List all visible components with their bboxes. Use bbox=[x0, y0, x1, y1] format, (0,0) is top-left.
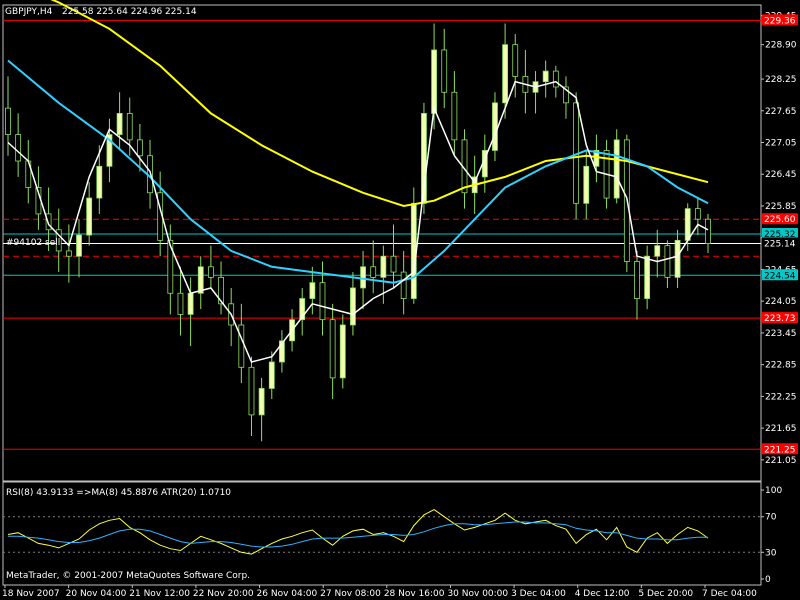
candle-body bbox=[684, 208, 691, 241]
price-tag-label: 225.60 bbox=[764, 215, 796, 225]
candle-body bbox=[258, 388, 265, 416]
candle-body bbox=[339, 324, 346, 379]
candle-body bbox=[370, 266, 377, 278]
copyright-text: MetaTrader, © 2001-2007 MetaQuotes Softw… bbox=[6, 571, 250, 581]
order-label[interactable]: #94102 sell bbox=[6, 238, 60, 248]
price-tag-label: 224.54 bbox=[764, 271, 796, 281]
x-tick-label: 30 Nov 00:00 bbox=[447, 589, 508, 599]
candle-body bbox=[309, 282, 316, 299]
rsi-tick-label: 100 bbox=[765, 486, 782, 496]
candle-body bbox=[694, 208, 701, 220]
candle-body bbox=[136, 139, 143, 157]
candle-body bbox=[45, 213, 52, 231]
candle-body bbox=[390, 255, 397, 273]
rsi-tick-label: 0 bbox=[765, 575, 771, 585]
x-tick-label: 22 Nov 20:00 bbox=[193, 589, 254, 599]
price-tag-label: 221.25 bbox=[764, 445, 796, 455]
x-tick-label: 4 Dec 12:00 bbox=[575, 589, 630, 599]
candle-body bbox=[207, 266, 214, 278]
candle-body bbox=[431, 49, 437, 114]
x-tick-label: 21 Nov 12:00 bbox=[129, 589, 190, 599]
y-tick-label: 228.25 bbox=[765, 75, 797, 85]
candle-body bbox=[319, 282, 326, 321]
candle-body bbox=[410, 202, 417, 299]
candle-body bbox=[5, 107, 11, 135]
candle-body bbox=[350, 287, 356, 326]
candle-body bbox=[268, 361, 275, 389]
candle-body bbox=[177, 292, 184, 315]
main-frame bbox=[2, 4, 762, 482]
y-tick-label: 224.05 bbox=[765, 297, 797, 307]
candle-body bbox=[583, 165, 590, 204]
candle-body bbox=[634, 261, 640, 299]
candle-body bbox=[86, 197, 93, 236]
y-tick-label: 223.45 bbox=[765, 329, 797, 339]
price-tag-label: 229.36 bbox=[764, 16, 796, 26]
candle-body bbox=[65, 250, 72, 257]
candle-body bbox=[492, 102, 498, 151]
rsi-title: RSI(8) 43.9133 =>MA(8) 45.8876 ATR(20) 1… bbox=[6, 488, 231, 498]
candle-body bbox=[329, 319, 336, 379]
y-tick-label: 221.65 bbox=[765, 424, 797, 434]
candle-body bbox=[76, 234, 82, 257]
candle-body bbox=[674, 239, 681, 278]
candle-body bbox=[512, 44, 519, 77]
rsi-tick-label: 30 bbox=[765, 548, 777, 558]
price-tag-label: 223.73 bbox=[764, 314, 796, 324]
candle-body bbox=[248, 366, 255, 416]
candle-body bbox=[380, 255, 387, 278]
chart: 229.45228.90228.25227.65227.05226.45225.… bbox=[2, 0, 798, 599]
x-tick-label: 18 Nov 2007 bbox=[2, 589, 60, 599]
y-tick-label: 227.65 bbox=[765, 107, 797, 117]
ohlc-header: 225.58 225.64 224.96 225.14 bbox=[62, 7, 197, 17]
x-tick-label: 3 Dec 04:00 bbox=[511, 589, 566, 599]
y-tick-label: 222.25 bbox=[765, 392, 797, 402]
y-tick-label: 221.05 bbox=[765, 456, 797, 466]
price-tag-label: 225.14 bbox=[764, 240, 796, 250]
candle-body bbox=[654, 245, 661, 257]
x-tick-label: 27 Nov 08:00 bbox=[320, 589, 381, 599]
candle-body bbox=[238, 324, 245, 368]
candle-body bbox=[451, 91, 458, 141]
y-tick-label: 228.90 bbox=[765, 41, 797, 51]
candle-body bbox=[96, 165, 103, 199]
main-panel[interactable] bbox=[2, 4, 762, 482]
candle-body bbox=[502, 44, 509, 104]
candle-body bbox=[126, 113, 133, 141]
candle-body bbox=[613, 139, 620, 199]
candle-body bbox=[441, 49, 448, 93]
rsi-tick-label: 70 bbox=[765, 513, 777, 523]
x-tick-label: 26 Nov 04:00 bbox=[257, 589, 318, 599]
y-tick-label: 222.85 bbox=[765, 361, 797, 371]
candle-body bbox=[644, 255, 651, 299]
candle-body bbox=[552, 70, 559, 88]
y-tick-label: 225.85 bbox=[765, 202, 797, 212]
candle-body bbox=[187, 292, 194, 315]
candle-body bbox=[15, 134, 22, 162]
candle-body bbox=[664, 245, 671, 278]
candle-body bbox=[400, 271, 407, 299]
candle-body bbox=[360, 266, 366, 289]
x-tick-label: 5 Dec 20:00 bbox=[638, 589, 693, 599]
x-tick-label: 7 Dec 04:00 bbox=[702, 589, 757, 599]
chart-symbol-title: GBPJPY,H4 bbox=[5, 7, 53, 17]
candle-body bbox=[197, 266, 204, 294]
y-tick-label: 227.05 bbox=[765, 139, 797, 149]
y-tick-label: 226.45 bbox=[765, 170, 797, 180]
x-tick-label: 28 Nov 16:00 bbox=[384, 589, 445, 599]
candle-body bbox=[705, 218, 711, 244]
candle-body bbox=[116, 113, 123, 135]
candle-body bbox=[542, 70, 549, 83]
x-tick-label: 20 Nov 04:00 bbox=[66, 589, 127, 599]
